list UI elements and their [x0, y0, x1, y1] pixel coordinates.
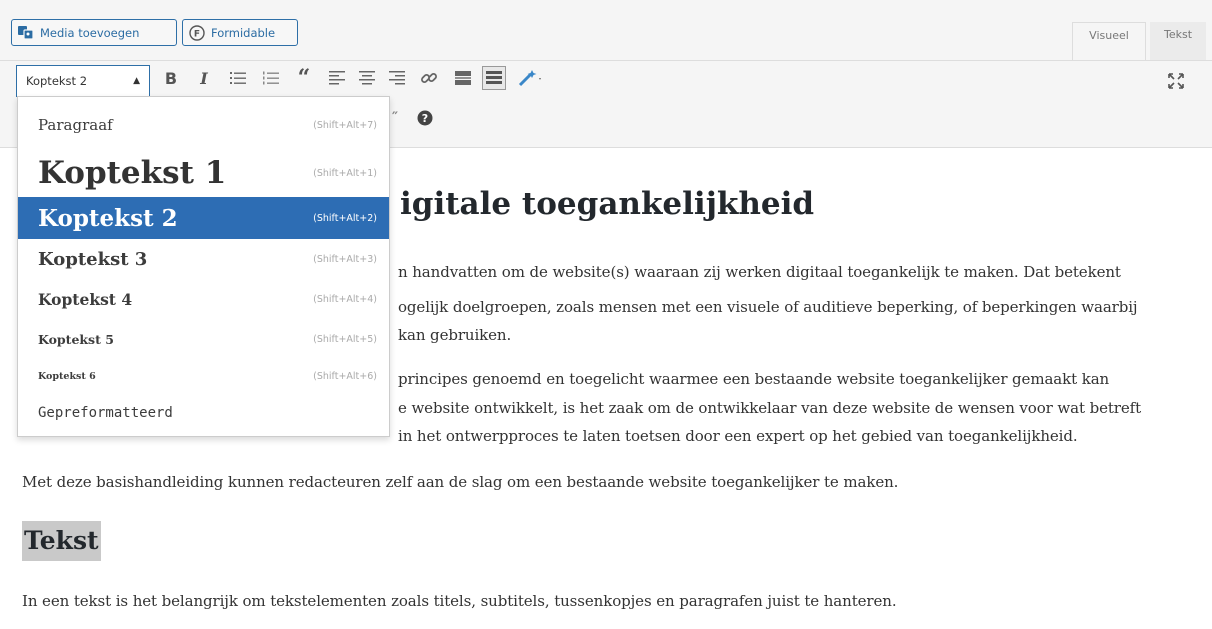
option-shortcut: (Shift+Alt+7)	[313, 119, 377, 131]
media-icon	[18, 25, 34, 40]
italic-icon[interactable]: I	[193, 67, 215, 89]
paragraph-2-line-2: e website ontwikkelt, is het zaak om de …	[398, 399, 1142, 417]
option-shortcut: (Shift+Alt+1)	[313, 167, 377, 179]
format-option-heading-2[interactable]: Koptekst 2 (Shift+Alt+2)	[18, 197, 389, 239]
page-heading: igitale toegankelijkheid	[400, 186, 815, 222]
paragraph-3: Met deze basishandleiding kunnen redacte…	[22, 473, 899, 491]
paragraph-1-line-3: kan gebruiken.	[398, 326, 512, 344]
formidable-label: Formidable	[211, 25, 276, 40]
svg-text:F: F	[194, 29, 200, 39]
option-shortcut: (Shift+Alt+4)	[313, 293, 377, 305]
format-select[interactable]: Koptekst 2 ▲	[16, 65, 150, 97]
add-media-label: Media toevoegen	[40, 25, 140, 40]
formidable-button[interactable]: F Formidable	[182, 19, 298, 46]
tab-text[interactable]: Tekst	[1150, 22, 1206, 60]
format-option-paragraph[interactable]: Paragraaf (Shift+Alt+7)	[18, 103, 389, 147]
bullet-list-icon[interactable]	[227, 67, 249, 89]
paragraph-4: In een tekst is het belangrijk om tekste…	[22, 592, 897, 610]
paragraph-1-line-2: ogelijk doelgroepen, zoals mensen met ee…	[398, 298, 1138, 316]
numbered-list-icon[interactable]	[260, 67, 282, 89]
format-option-heading-1[interactable]: Koptekst 1 (Shift+Alt+1)	[18, 149, 389, 197]
format-option-heading-4[interactable]: Koptekst 4 (Shift+Alt+4)	[18, 281, 389, 317]
format-option-preformatted[interactable]: Gepreformatteerd	[18, 395, 389, 431]
option-shortcut: (Shift+Alt+5)	[313, 333, 377, 345]
blockquote-icon[interactable]: “	[293, 65, 315, 91]
formidable-icon: F	[189, 24, 205, 41]
paragraph-2-line-1: principes genoemd en toegelicht waarmee …	[398, 370, 1110, 388]
caret-up-icon: ▲	[133, 76, 140, 86]
option-shortcut: (Shift+Alt+3)	[313, 253, 377, 265]
format-dropdown: Paragraaf (Shift+Alt+7) Koptekst 1 (Shif…	[17, 96, 390, 437]
format-option-heading-5[interactable]: Koptekst 5 (Shift+Alt+5)	[18, 321, 389, 357]
help-icon[interactable]: ?	[414, 107, 436, 129]
option-label: Koptekst 6	[38, 370, 96, 382]
bold-icon[interactable]: B	[160, 67, 182, 89]
option-label: Koptekst 3	[38, 248, 148, 270]
magic-wand-icon[interactable]	[516, 67, 546, 89]
link-icon[interactable]	[418, 67, 440, 89]
tab-visual[interactable]: Visueel	[1072, 22, 1146, 60]
option-label: Koptekst 2	[38, 204, 178, 232]
option-label: Paragraaf	[38, 116, 113, 134]
read-more-icon[interactable]	[452, 67, 474, 89]
align-right-icon[interactable]	[386, 67, 408, 89]
svg-text:?: ?	[422, 112, 428, 125]
align-center-icon[interactable]	[356, 67, 378, 89]
option-label: Koptekst 4	[38, 289, 133, 309]
format-option-heading-6[interactable]: Koptekst 6 (Shift+Alt+6)	[18, 359, 389, 393]
paragraph-1-line-1: n handvatten om de website(s) waaraan zi…	[398, 263, 1121, 281]
heading-tekst: Tekst	[22, 521, 101, 561]
option-label: Koptekst 1	[38, 155, 227, 191]
format-option-heading-3[interactable]: Koptekst 3 (Shift+Alt+3)	[18, 241, 389, 277]
option-label: Gepreformatteerd	[38, 405, 173, 421]
paragraph-2-line-3: in het ontwerpproces te laten toetsen do…	[398, 427, 1078, 445]
align-left-icon[interactable]	[326, 67, 348, 89]
option-label: Koptekst 5	[38, 331, 114, 347]
format-select-value: Koptekst 2	[26, 74, 88, 88]
option-shortcut: (Shift+Alt+2)	[313, 212, 377, 224]
fullscreen-icon[interactable]	[1165, 70, 1187, 92]
add-media-button[interactable]: Media toevoegen	[11, 19, 177, 46]
toolbar-toggle-icon[interactable]	[482, 66, 506, 90]
option-shortcut: (Shift+Alt+6)	[313, 370, 377, 382]
